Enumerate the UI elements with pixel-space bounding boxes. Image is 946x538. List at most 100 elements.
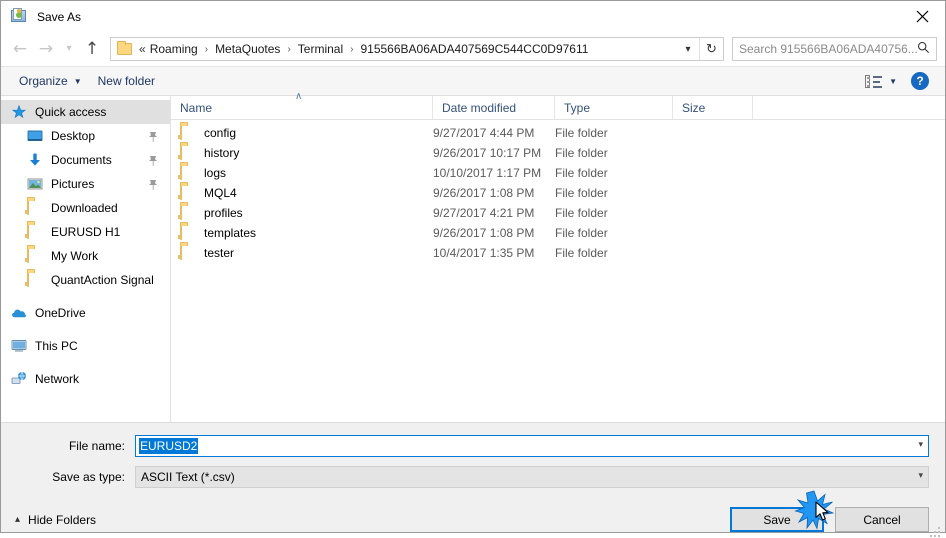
row-name: config <box>204 126 237 140</box>
folder-icon <box>117 41 132 55</box>
sidebar-item-label: OneDrive <box>35 306 86 320</box>
view-chevron-down-icon[interactable]: ▼ <box>889 77 897 86</box>
row-name-cell: config <box>171 124 433 141</box>
row-date: 9/26/2017 1:08 PM <box>433 226 535 240</box>
sidebar-item-quantaction-signal[interactable]: QuantAction Signal <box>1 268 170 292</box>
sidebar-item-desktop[interactable]: Desktop <box>1 124 170 148</box>
table-row[interactable]: config 9/27/2017 4:44 PM File folder <box>171 123 945 143</box>
save-button[interactable]: Save <box>730 507 824 532</box>
table-row[interactable]: profiles 9/27/2017 4:21 PM File folder <box>171 203 945 223</box>
row-type: File folder <box>555 246 608 260</box>
view-options-icon[interactable] <box>865 74 883 88</box>
folder-icon <box>27 247 43 264</box>
row-date: 10/4/2017 1:35 PM <box>433 246 535 260</box>
column-header-filler <box>753 96 945 119</box>
breadcrumb-item-roaming[interactable]: Roaming <box>148 40 200 58</box>
recent-locations-chevron-down-icon[interactable]: ▾ <box>59 36 79 62</box>
column-header-type[interactable]: Type <box>555 96 673 119</box>
table-row[interactable]: logs 10/10/2017 1:17 PM File folder <box>171 163 945 183</box>
sidebar-item-documents[interactable]: Documents <box>1 148 170 172</box>
sort-ascending-icon: ∧ <box>295 91 303 102</box>
savetype-field-wrap: ASCII Text (*.csv) ▾ <box>135 466 929 488</box>
filename-input[interactable] <box>135 435 929 457</box>
savetype-label: Save as type: <box>52 470 125 484</box>
filename-label: File name: <box>68 439 125 453</box>
sidebar-item-network[interactable]: Network <box>1 367 170 391</box>
table-row[interactable]: history 9/26/2017 10:17 PM File folder <box>171 143 945 163</box>
row-name: tester <box>204 246 235 260</box>
sidebar-item-quick-access[interactable]: Quick access <box>1 100 170 124</box>
save-as-icon <box>11 8 28 25</box>
sidebar-item-label: Network <box>35 372 80 386</box>
pin-icon[interactable] <box>148 155 158 170</box>
folder-icon <box>180 144 196 161</box>
this-pc-icon <box>11 338 27 354</box>
save-form: File name: EURUSD2 ▾ Save as type: ASCII… <box>1 422 945 497</box>
row-name: logs <box>204 166 227 180</box>
pin-icon[interactable] <box>148 179 158 194</box>
column-header-date-modified[interactable]: Date modified <box>433 96 555 119</box>
row-date: 9/26/2017 1:08 PM <box>433 186 535 200</box>
sidebar-item-label: Pictures <box>51 177 95 191</box>
new-folder-button[interactable]: New folder <box>90 71 163 91</box>
search-placeholder: Search 915566BA06ADA40756... <box>739 42 917 56</box>
row-name: profiles <box>204 206 243 220</box>
table-row[interactable]: MQL4 9/26/2017 1:08 PM File folder <box>171 183 945 203</box>
breadcrumb-item-terminal[interactable]: Terminal <box>296 40 345 58</box>
folder-icon <box>180 244 196 261</box>
sidebar-item-label: This PC <box>35 339 78 353</box>
folder-icon <box>27 223 43 240</box>
filename-row: File name: EURUSD2 ▾ <box>17 435 929 457</box>
close-icon[interactable] <box>899 1 945 32</box>
address-chevron-down-icon[interactable]: ▾ <box>677 38 699 60</box>
sidebar-item-label: EURUSD H1 <box>51 225 121 239</box>
breadcrumb-lead[interactable]: « <box>137 40 148 58</box>
sidebar-item-this-pc[interactable]: This PC <box>1 334 170 358</box>
hide-folders-button[interactable]: ▴ Hide Folders <box>15 513 96 527</box>
navigation-bar: ← → ▾ ↑ « Roaming › MetaQuotes › Termina… <box>1 32 945 66</box>
sidebar-item-eurusd-h1[interactable]: EURUSD H1 <box>1 220 170 244</box>
breadcrumb: « Roaming › MetaQuotes › Terminal › 9155… <box>132 40 677 58</box>
dialog-body: Quick access Desktop Documents Pictures … <box>1 91 945 422</box>
breadcrumb-item-metaquotes[interactable]: MetaQuotes <box>213 40 282 58</box>
breadcrumb-separator: › <box>350 43 354 55</box>
breadcrumb-item-guid[interactable]: 915566BA06ADA407569C544CC0D97611 <box>358 40 590 58</box>
sidebar-item-label: My Work <box>51 249 99 263</box>
back-arrow-icon[interactable]: ← <box>7 36 33 62</box>
address-bar[interactable]: « Roaming › MetaQuotes › Terminal › 9155… <box>110 37 724 61</box>
file-list-pane: Name ∧ Date modified Type Size config 9/… <box>171 91 945 422</box>
sidebar-item-label: Quick access <box>35 105 107 119</box>
row-name-cell: profiles <box>171 204 433 221</box>
sidebar-item-my-work[interactable]: My Work <box>1 244 170 268</box>
search-icon <box>917 41 930 57</box>
forward-arrow-icon[interactable]: → <box>33 36 59 62</box>
up-arrow-icon[interactable]: ↑ <box>79 36 105 62</box>
help-button[interactable]: ? <box>911 72 929 90</box>
button-bar: ▴ Hide Folders Save Cancel <box>1 497 945 537</box>
row-date: 9/27/2017 4:21 PM <box>433 206 535 220</box>
column-header-name[interactable]: Name ∧ <box>171 91 433 119</box>
organize-button[interactable]: Organize ▼ <box>11 71 90 91</box>
column-header-label: Name <box>180 100 213 115</box>
hide-folders-label: Hide Folders <box>28 512 97 527</box>
sidebar-item-onedrive[interactable]: OneDrive <box>1 301 170 325</box>
pin-icon[interactable] <box>148 131 158 146</box>
refresh-icon[interactable]: ↻ <box>699 38 723 60</box>
folder-icon <box>180 184 196 201</box>
cancel-button[interactable]: Cancel <box>835 507 929 532</box>
search-input[interactable]: Search 915566BA06ADA40756... <box>732 37 937 61</box>
sidebar-item-pictures[interactable]: Pictures <box>1 172 170 196</box>
row-type: File folder <box>555 166 608 180</box>
sidebar-item-downloaded[interactable]: Downloaded <box>1 196 170 220</box>
column-header-size[interactable]: Size <box>673 96 753 119</box>
filename-field-wrap: EURUSD2 ▾ <box>135 435 929 457</box>
sidebar-item-label: Documents <box>51 153 112 167</box>
sidebar-item-label: QuantAction Signal <box>51 273 154 287</box>
table-row[interactable]: tester 10/4/2017 1:35 PM File folder <box>171 243 945 263</box>
table-row[interactable]: templates 9/26/2017 1:08 PM File folder <box>171 223 945 243</box>
row-name: history <box>204 146 240 160</box>
savetype-select[interactable]: ASCII Text (*.csv) <box>135 466 929 488</box>
